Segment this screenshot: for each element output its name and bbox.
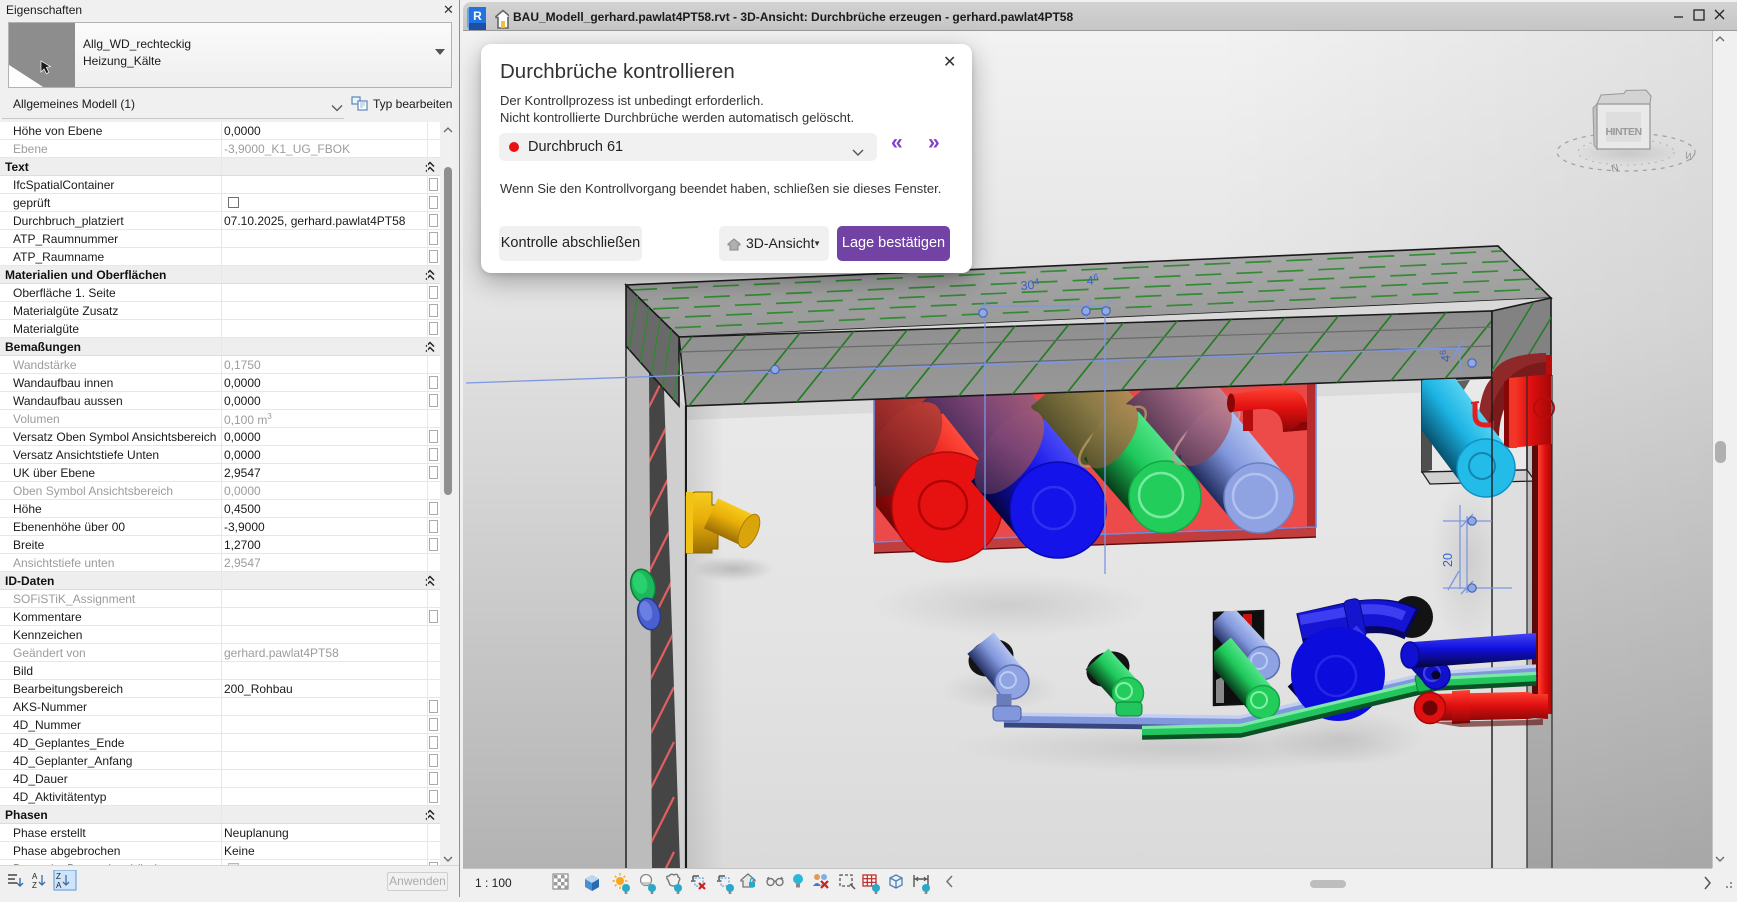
- svg-text:A: A: [56, 881, 62, 890]
- svg-text:A: A: [32, 872, 38, 881]
- svg-text:HINTEN: HINTEN: [1605, 126, 1641, 138]
- svg-text:20: 20: [1441, 553, 1455, 567]
- svg-text:Z: Z: [32, 881, 37, 890]
- svg-text:Z: Z: [56, 872, 61, 881]
- svg-text:R: R: [473, 9, 482, 23]
